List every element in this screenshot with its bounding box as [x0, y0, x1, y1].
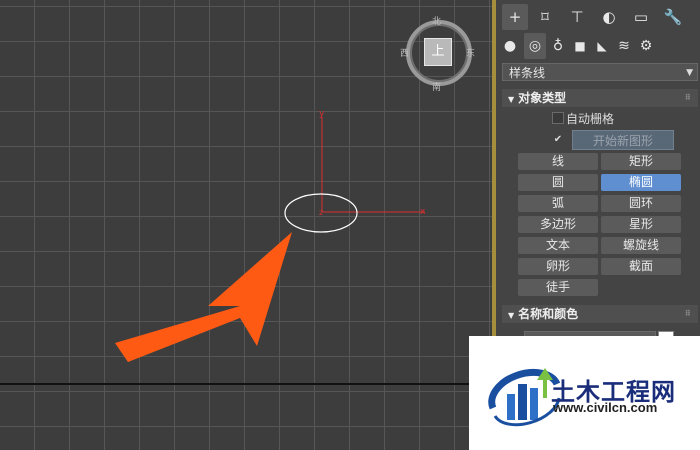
watermark: 土木工程网 www.civilcn.com — [469, 336, 700, 450]
command-tabs: + ⌑ ⊤ ◐ ▭ 🔧 — [496, 4, 700, 30]
helpers-icon[interactable]: ◣ — [592, 33, 612, 59]
category-icons: ● ◎ ♁ ■ ◣ ≋ ⚙ — [496, 33, 700, 59]
arc-button[interactable]: 弧 — [518, 195, 598, 212]
text-button[interactable]: 文本 — [518, 237, 598, 254]
object-type-title: 对象类型 — [518, 91, 567, 105]
compass-south: 南 — [432, 83, 442, 93]
create-plus-icon[interactable]: + — [502, 4, 528, 30]
collapse-triangle-icon: ▼ — [508, 311, 515, 320]
motion-icon[interactable]: ◐ — [596, 4, 622, 30]
utilities-icon[interactable]: 🔧 — [660, 4, 686, 30]
circle-button[interactable]: 圆 — [518, 174, 598, 191]
spacewarps-icon[interactable]: ≋ — [614, 33, 634, 59]
start-new-shape-checkbox[interactable]: ✔ — [552, 134, 564, 146]
rectangle-button[interactable]: 矩形 — [601, 153, 681, 170]
systems-icon[interactable]: ⚙ — [636, 33, 656, 59]
gizmo-z-label: z — [319, 208, 323, 217]
donut-button[interactable]: 圆环 — [601, 195, 681, 212]
rollout-grip-icon: ⠿ — [684, 309, 692, 318]
shapes-icon[interactable]: ◎ — [524, 33, 546, 59]
star-button[interactable]: 星形 — [601, 216, 681, 233]
start-new-shape-button[interactable]: 开始新图形 — [572, 130, 674, 150]
compass-west: 西 — [400, 49, 410, 59]
modify-icon[interactable]: ⌑ — [532, 4, 558, 30]
line-button[interactable]: 线 — [518, 153, 598, 170]
chevron-down-icon: ▼ — [686, 68, 693, 78]
geometry-icon[interactable]: ● — [500, 33, 520, 59]
egg-button[interactable]: 卵形 — [518, 258, 598, 275]
rollout-grip-icon: ⠿ — [684, 93, 692, 102]
compass-east: 东 — [466, 49, 476, 59]
hierarchy-icon[interactable]: ⊤ — [564, 4, 590, 30]
helix-button[interactable]: 螺旋线 — [601, 237, 681, 254]
freehand-button[interactable]: 徒手 — [518, 279, 598, 296]
display-icon[interactable]: ▭ — [628, 4, 654, 30]
collapse-triangle-icon: ▼ — [508, 95, 515, 104]
object-type-rollout-header[interactable]: ▼ 对象类型 ⠿ — [502, 89, 698, 107]
watermark-url: www.civilcn.com — [553, 400, 658, 415]
section-button[interactable]: 截面 — [601, 258, 681, 275]
viewcube-top-face[interactable]: 上 — [424, 38, 452, 66]
category-dropdown-value: 样条线 — [509, 66, 546, 80]
cameras-icon[interactable]: ■ — [570, 33, 590, 59]
gizmo-x-label: x — [420, 207, 426, 217]
name-color-title: 名称和颜色 — [518, 307, 579, 321]
name-color-rollout-header[interactable]: ▼ 名称和颜色 ⠿ — [502, 305, 698, 323]
horizon-line — [0, 383, 492, 385]
pointer-arrow — [115, 232, 292, 362]
category-dropdown[interactable]: 样条线 ▼ — [502, 63, 698, 81]
auto-grid-checkbox[interactable] — [552, 112, 564, 124]
ellipse-button[interactable]: 椭圆 — [601, 174, 681, 191]
compass-north: 北 — [432, 17, 442, 27]
gizmo-y-label: y — [319, 109, 325, 119]
lights-icon[interactable]: ♁ — [548, 33, 568, 59]
ngon-button[interactable]: 多边形 — [518, 216, 598, 233]
viewcube[interactable]: 上 北 南 东 西 — [400, 16, 476, 93]
viewport-perspective[interactable]: y x z 上 北 南 东 西 — [0, 0, 492, 450]
auto-grid-label: 自动栅格 — [566, 112, 615, 126]
